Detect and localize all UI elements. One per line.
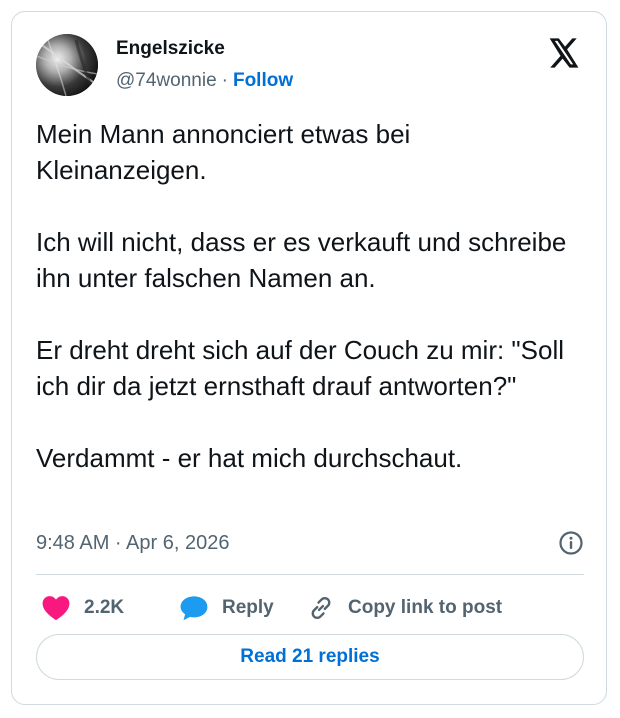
reply-button[interactable]: Reply: [180, 590, 274, 626]
reply-label: Reply: [222, 597, 274, 618]
tweet-meta: 9:48 AM · Apr 6, 2026: [36, 530, 584, 560]
copy-link-button[interactable]: Copy link to post: [308, 590, 502, 626]
follow-button[interactable]: Follow: [233, 70, 293, 91]
author-handle-row: @74wonnie · Follow: [116, 70, 293, 92]
tweet-paragraph: Mein Mann annonciert etwas bei Kleinanze…: [36, 119, 411, 185]
like-count: 2.2K: [84, 597, 125, 618]
avatar-photo: [36, 34, 98, 96]
tweet-paragraph: Er dreht dreht sich auf der Couch zu mir…: [36, 335, 565, 401]
tweet-paragraph: Ich will nicht, dass er es verkauft und …: [36, 227, 567, 293]
author-handle[interactable]: @74wonnie: [116, 70, 217, 91]
read-replies-button[interactable]: Read 21 replies: [36, 634, 584, 680]
author-display-name[interactable]: Engelszicke: [116, 38, 225, 60]
handle-separator: ·: [221, 70, 228, 91]
tweet-card: Engelszicke @74wonnie · Follow Mein Mann a…: [11, 11, 607, 705]
reply-bubble-icon: [180, 596, 208, 621]
timestamp-link[interactable]: 9:48 AM · Apr 6, 2026: [36, 532, 229, 555]
link-icon: [311, 596, 331, 620]
copy-link-label: Copy link to post: [348, 597, 503, 618]
like-button[interactable]: 2.2K: [42, 590, 124, 626]
info-icon[interactable]: [558, 530, 584, 556]
action-bar: 2.2K Reply Copy link to post: [36, 590, 584, 626]
tweet-text: Mein Mann annonciert etwas bei Kleinanze…: [36, 116, 586, 476]
heart-icon: [42, 596, 70, 621]
tweet-paragraph: Verdammt - er hat mich durchschaut.: [36, 443, 463, 473]
x-logo-icon[interactable]: [548, 38, 580, 68]
divider: [36, 574, 584, 575]
avatar[interactable]: [36, 34, 98, 96]
